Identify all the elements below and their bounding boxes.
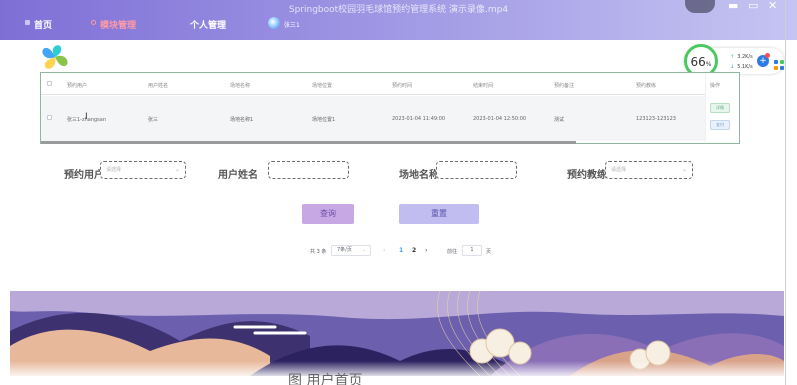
window-overlay xyxy=(685,0,715,13)
column-header: 操作 xyxy=(710,83,721,89)
app-logo xyxy=(42,45,68,69)
upload-speed: ↑ 3.2K/s xyxy=(730,54,753,60)
text-cursor-icon: I xyxy=(85,112,88,122)
cell-end-time: 2023-01-04 12:50:00 xyxy=(473,116,527,122)
cell-venue-name: 场地名称1 xyxy=(230,117,254,123)
minimize-button[interactable]: ▬ xyxy=(728,0,738,12)
page-1-button[interactable]: 1 xyxy=(399,247,403,254)
prev-page-button[interactable]: ‹ xyxy=(383,247,385,254)
home-icon xyxy=(25,20,30,25)
nav-item-home[interactable]: 首页 xyxy=(34,18,52,31)
download-speed: ↓ 5.1K/s xyxy=(730,64,753,70)
next-page-button[interactable]: › xyxy=(425,247,427,254)
venue-name-input[interactable] xyxy=(436,161,517,179)
chevron-down-icon: ⌄ xyxy=(174,166,180,173)
download-arrow-icon: ↓ xyxy=(730,64,735,70)
booking-table: 预约用户 用户姓名 场地名称 场地位置 预约时间 结束时间 预约备注 预约教练 … xyxy=(40,72,740,144)
maximize-button[interactable]: ▭ xyxy=(748,0,758,12)
window-title: Springboot校园羽毛球馆预约管理系统 演示录像.mp4 xyxy=(288,5,509,15)
goto-page-input[interactable]: 1 xyxy=(462,245,482,256)
module-icon xyxy=(91,20,96,25)
top-nav-bar: Springboot校园羽毛球馆预约管理系统 演示录像.mp4 ▬ ▭ ✕ 首页… xyxy=(0,0,797,40)
pay-button[interactable]: 支付 xyxy=(710,120,730,130)
cell-coach: 123123-123123 xyxy=(636,116,676,122)
column-header[interactable]: 预约备注 xyxy=(554,82,574,89)
horizontal-scrollbar[interactable] xyxy=(41,141,576,144)
nav-item-personal-management[interactable]: 个人管理 xyxy=(190,18,226,31)
select-all-checkbox[interactable] xyxy=(47,81,52,86)
current-user-name[interactable]: 张三1 xyxy=(284,20,300,29)
user-name-input[interactable] xyxy=(268,161,349,179)
operation-column: 操作 详情 支付 xyxy=(705,73,739,141)
cell-booking-time: 2023-01-04 11:49:00 xyxy=(392,116,446,122)
speed-percent: 66% xyxy=(690,55,712,69)
column-header[interactable]: 场地位置 xyxy=(312,82,332,89)
reset-button[interactable]: 重置 xyxy=(399,204,479,224)
search-button[interactable]: 查询 xyxy=(302,204,354,224)
table-row[interactable]: 张三1-zhangsan 张三 场地名称1 场地位置1 2023-01-04 1… xyxy=(41,96,739,141)
search-label-venue-name: 场地名称 xyxy=(399,170,439,181)
goto-prefix: 前往 xyxy=(447,249,458,255)
notification-dot xyxy=(765,53,770,58)
cell-user-name: 张三 xyxy=(148,117,159,123)
booking-user-select[interactable]: 请选择 ⌄ xyxy=(100,161,186,179)
column-header[interactable]: 用户姓名 xyxy=(148,82,168,89)
table-header: 预约用户 用户姓名 场地名称 场地位置 预约时间 结束时间 预约备注 预约教练 xyxy=(41,73,739,95)
details-button[interactable]: 详情 xyxy=(710,103,730,113)
column-header[interactable]: 结束时间 xyxy=(473,82,493,89)
bottom-fade xyxy=(0,361,797,385)
cell-venue-location: 场地位置1 xyxy=(312,117,336,123)
pagination-total: 共 3 条 xyxy=(310,249,327,255)
column-header[interactable]: 预约时间 xyxy=(392,82,412,89)
column-header[interactable]: 预约用户 xyxy=(67,82,87,89)
row-checkbox[interactable] xyxy=(47,115,52,120)
search-label-user-name: 用户姓名 xyxy=(218,170,258,181)
column-header[interactable]: 预约教练 xyxy=(636,82,656,89)
avatar[interactable] xyxy=(268,17,280,29)
close-button[interactable]: ✕ xyxy=(768,0,777,12)
goto-suffix: 页 xyxy=(486,249,492,255)
page-2-button[interactable]: 2 xyxy=(412,247,416,254)
figure-caption: 图 用户首页 xyxy=(288,373,363,385)
nav-item-module-management[interactable]: 模块管理 xyxy=(100,18,136,31)
chevron-down-icon: ⌄ xyxy=(681,166,687,173)
chevron-down-icon: ⌄ xyxy=(361,247,366,253)
page-size-select[interactable]: 7条/页 ⌄ xyxy=(331,245,371,256)
grid-icon[interactable] xyxy=(774,60,784,70)
search-label-coach: 预约教练 xyxy=(567,170,607,181)
search-label-booking-user: 预约用户 xyxy=(64,170,104,181)
column-header[interactable]: 场地名称 xyxy=(230,82,250,89)
page-edge xyxy=(785,0,786,385)
upload-arrow-icon: ↑ xyxy=(730,54,735,60)
coach-select[interactable]: 请选择 ⌄ xyxy=(605,161,693,179)
cell-booking-note: 测试 xyxy=(554,117,565,123)
